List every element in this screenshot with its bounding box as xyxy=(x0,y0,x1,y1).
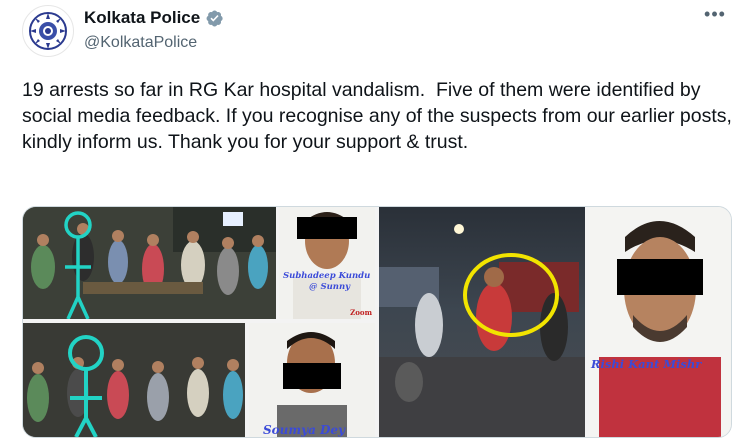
tweet-text: 19 arrests so far in RG Kar hospital van… xyxy=(22,79,738,153)
suspect-photo-2[interactable]: Soumya Dey xyxy=(249,323,375,437)
more-options-icon[interactable]: ••• xyxy=(702,5,728,28)
avatar[interactable] xyxy=(22,5,74,57)
suspect-2-caption: Soumya Dey xyxy=(263,423,346,437)
tweet-header: Kolkata Police @KolkataPolice ••• xyxy=(22,4,728,58)
account-handle[interactable]: @KolkataPolice xyxy=(84,34,197,52)
face-redaction xyxy=(283,363,341,389)
face-redaction xyxy=(617,259,703,295)
verified-badge-icon xyxy=(206,9,223,27)
suspect-photo-3[interactable]: Rishi Kant Mishr xyxy=(589,207,731,437)
suspect-photo-1[interactable]: Subhadeep Kundu @ Sunny Zoom xyxy=(279,207,375,319)
crowd-illustration xyxy=(23,323,245,437)
highlight-ellipse-icon xyxy=(463,253,559,337)
portrait-illustration xyxy=(599,221,721,437)
display-name[interactable]: Kolkata Police xyxy=(84,8,200,28)
suspect-1-caption: Subhadeep Kundu xyxy=(283,271,371,281)
crowd-photo-1[interactable] xyxy=(23,207,276,319)
kolkata-police-emblem-icon xyxy=(29,12,67,50)
highlight-circle-icon xyxy=(68,335,104,437)
street-photo[interactable] xyxy=(379,207,585,437)
watermark: Zoom xyxy=(350,308,372,317)
tweet-media[interactable]: Subhadeep Kundu @ Sunny Zoom Soumya Dey xyxy=(22,206,732,438)
crowd-photo-2[interactable] xyxy=(23,323,245,437)
highlight-circle-icon xyxy=(64,211,92,319)
suspect-3-caption: Rishi Kant Mishr xyxy=(591,357,702,371)
suspect-1-alias: @ Sunny xyxy=(309,282,351,292)
face-redaction xyxy=(297,217,357,239)
